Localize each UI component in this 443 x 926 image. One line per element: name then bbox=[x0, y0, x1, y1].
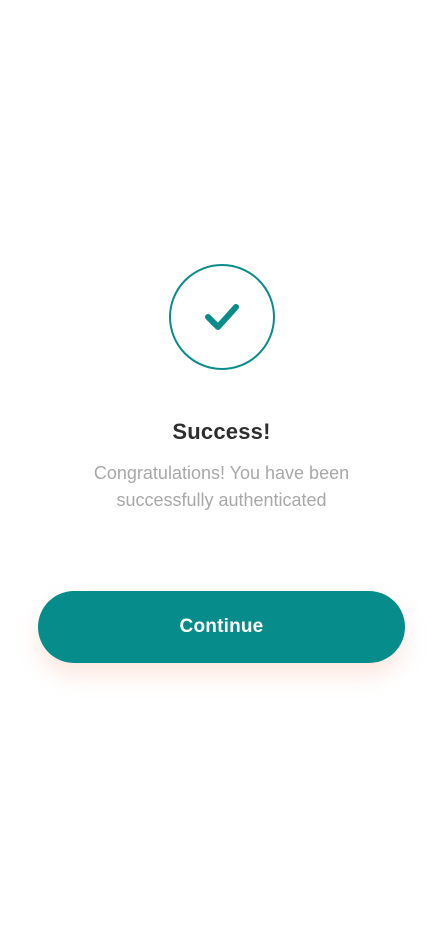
check-icon bbox=[205, 304, 239, 330]
continue-button[interactable]: Continue bbox=[38, 591, 405, 663]
success-badge bbox=[169, 264, 275, 370]
success-message: Congratulations! You have been successfu… bbox=[93, 463, 350, 510]
success-screen: Success! Congratulations! You have been … bbox=[0, 0, 443, 926]
success-title: Success! bbox=[172, 419, 271, 444]
